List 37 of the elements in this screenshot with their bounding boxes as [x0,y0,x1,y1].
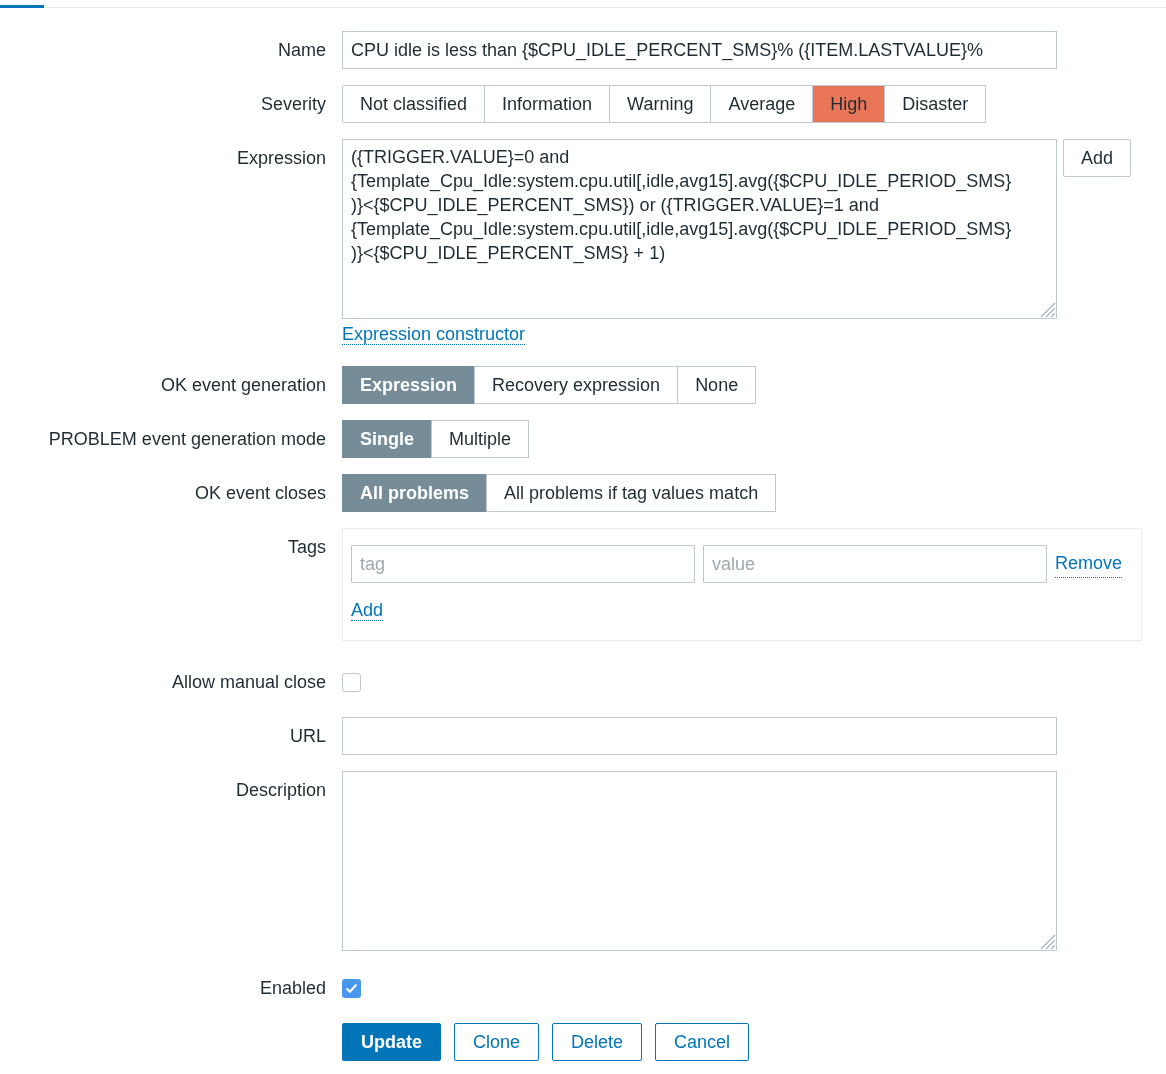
name-input[interactable]: CPU idle is less than {$CPU_IDLE_PERCENT_SMS}% ({ITEM.LASTVALUE}% [342,31,1057,69]
add-tag-link[interactable]: Add [351,600,384,621]
field-label: OK event generation [160,373,326,397]
action-button[interactable]: Clone [454,1023,540,1061]
field-label: OK event closes [194,481,326,505]
action-button[interactable]: Delete [552,1023,643,1061]
severity-option[interactable]: Average [710,85,814,123]
remove-link[interactable]: Remove [1055,550,1123,578]
field-label: Description [235,779,326,802]
action-button[interactable]: Update [342,1023,441,1061]
expression-textarea[interactable]: ({TRIGGER.VALUE}=0 and {Template_Cpu_Idle:system.cpu.util[,idle,avg15].avg({$CPU_IDLE_PERIOD_SMS} )}<{$CPU_IDLE_PERCENT_SMS}) or ({TRIGGER.VALUE}=1 and {Template_Cpu_Idle:system.cpu.util[,idle,avg15].avg({$CPU_IDLE_PERIOD_SMS} )}<{$CPU_IDLE_PERCENT_SMS} + 1) [342,139,1057,319]
value-input[interactable]: value [703,545,1047,583]
field-label: URL [290,724,326,748]
checkbox[interactable] [342,978,361,998]
action-button[interactable]: Cancel [655,1023,750,1061]
radio-option[interactable]: All problems if tag values match [486,474,777,512]
tag-input[interactable]: tag [351,545,695,583]
field-label: Severity [260,92,326,116]
field-label: Enabled [259,976,326,1000]
url-input[interactable] [342,717,1057,755]
field-label: PROBLEM event generation mode [48,427,326,451]
radio-option[interactable]: None [677,366,757,404]
field-label: Expression [236,147,326,170]
checkmark-icon [345,981,358,995]
field-label: Name [278,38,326,62]
severity-option[interactable]: High [812,85,886,123]
field-label: Allow manual close [171,670,326,694]
severity-option[interactable]: Warning [609,85,712,123]
radio-option[interactable]: Multiple [431,420,530,458]
radio-option[interactable]: Recovery expression [474,366,679,404]
severity-option[interactable]: Not classified [342,85,486,123]
checkbox[interactable] [342,672,361,692]
expression-constructor-link[interactable]: Expression constructor [342,324,526,345]
field-label: Tags [287,536,326,559]
severity-option[interactable]: Disaster [884,85,987,123]
severity-option[interactable]: Information [484,85,611,123]
add-button[interactable]: Add [1063,139,1132,177]
